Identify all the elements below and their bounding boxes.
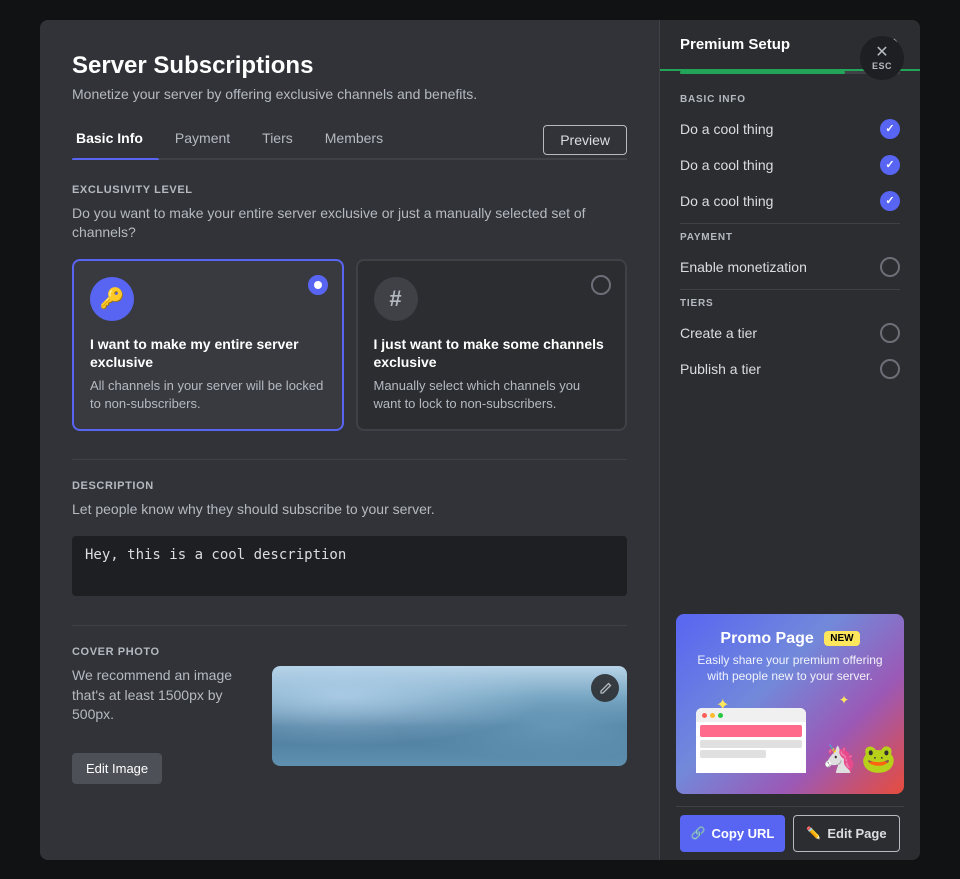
exclusivity-description: Do you want to make your entire server e… [72, 204, 627, 243]
cover-photo-section: COVER PHOTO We recommend an image that's… [72, 646, 627, 784]
esc-button[interactable]: ✕ ESC [860, 36, 904, 80]
setup-item-label-3: Enable monetization [680, 259, 807, 275]
tab-basic-info[interactable]: Basic Info [72, 122, 159, 158]
check-1: ✓ [880, 155, 900, 175]
setup-item-label-4: Create a tier [680, 325, 757, 341]
promo-content: Promo Page NEW Easily share your premium… [676, 614, 904, 694]
edit-page-label: Edit Page [827, 826, 886, 841]
hash-icon: # [374, 277, 418, 321]
radio-entire [308, 275, 328, 295]
tabs-container: Basic Info Payment Tiers Members Preview [72, 122, 627, 160]
setup-divider-2 [680, 289, 900, 290]
setup-item-0: Do a cool thing ✓ [680, 111, 900, 147]
cover-image [272, 666, 627, 766]
sparkle-2: ✦ [839, 693, 849, 707]
tab-payment[interactable]: Payment [171, 122, 246, 158]
setup-item-5: Publish a tier [680, 351, 900, 387]
right-panel: Premium Setup ⌃ BASIC INFO Do a cool thi… [660, 20, 920, 860]
modal: Server Subscriptions Monetize your serve… [40, 20, 920, 860]
setup-item-3: Enable monetization [680, 249, 900, 285]
setup-item-label-2: Do a cool thing [680, 193, 773, 209]
check-5 [880, 359, 900, 379]
setup-item-4: Create a tier [680, 315, 900, 351]
card-entire-desc: All channels in your server will be lock… [90, 377, 326, 413]
card-some-desc: Manually select which channels you want … [374, 377, 610, 413]
setup-item-2: Do a cool thing ✓ [680, 183, 900, 219]
promo-characters: 🦄 🐸 [822, 745, 896, 773]
description-section: DESCRIPTION Let people know why they sho… [72, 480, 627, 601]
promo-title: Promo Page [720, 630, 813, 647]
char-2: 🐸 [861, 745, 896, 773]
radio-some [591, 275, 611, 295]
exclusivity-label: EXCLUSIVITY LEVEL [72, 184, 627, 196]
tab-tiers[interactable]: Tiers [258, 122, 309, 158]
promo-illustration: ✦ ✦ 🦄 [676, 693, 904, 773]
setup-item-label-5: Publish a tier [680, 361, 761, 377]
promo-subtitle: Easily share your premium offering with … [692, 652, 888, 686]
description-textarea[interactable]: Hey, this is a cool description [72, 536, 627, 596]
check-4 [880, 323, 900, 343]
card-some-title: I just want to make some channels exclus… [374, 335, 610, 371]
esc-label: ESC [872, 61, 892, 71]
setup-label-tiers: TIERS [680, 298, 900, 309]
check-3 [880, 257, 900, 277]
description-hint: Let people know why they should subscrib… [72, 500, 627, 520]
description-label: DESCRIPTION [72, 480, 627, 492]
card-entire-title: I want to make my entire server exclusiv… [90, 335, 326, 371]
cover-layout: We recommend an image that's at least 15… [72, 666, 627, 784]
cover-photo-hint: We recommend an image that's at least 15… [72, 666, 252, 725]
excl-card-some[interactable]: # I just want to make some channels excl… [356, 259, 628, 432]
key-icon: 🔑 [90, 277, 134, 321]
edit-image-button[interactable]: Edit Image [72, 753, 162, 784]
modal-overlay: Server Subscriptions Monetize your serve… [0, 0, 960, 879]
exclusivity-cards: 🔑 I want to make my entire server exclus… [72, 259, 627, 432]
exclusivity-section: EXCLUSIVITY LEVEL Do you want to make yo… [72, 184, 627, 432]
left-panel: Server Subscriptions Monetize your serve… [40, 20, 660, 860]
separator-1 [72, 459, 627, 460]
cover-text: We recommend an image that's at least 15… [72, 666, 252, 784]
pencil-icon: ✏️ [806, 826, 821, 840]
setup-label-basic-info: BASIC INFO [680, 94, 900, 105]
check-2: ✓ [880, 191, 900, 211]
page-subtitle: Monetize your server by offering exclusi… [72, 86, 627, 102]
preview-button[interactable]: Preview [543, 125, 627, 155]
excl-card-entire[interactable]: 🔑 I want to make my entire server exclus… [72, 259, 344, 432]
setup-label-payment: PAYMENT [680, 232, 900, 243]
browser-mockup [696, 708, 806, 773]
setup-list: BASIC INFO Do a cool thing ✓ Do a cool t… [660, 74, 920, 602]
page-title: Server Subscriptions [72, 52, 627, 80]
cover-photo-label: COVER PHOTO [72, 646, 627, 658]
check-0: ✓ [880, 119, 900, 139]
cover-edit-icon[interactable] [591, 674, 619, 702]
close-icon: ✕ [875, 45, 888, 61]
setup-item-1: Do a cool thing ✓ [680, 147, 900, 183]
promo-card: Promo Page NEW Easily share your premium… [676, 614, 904, 794]
separator-2 [72, 625, 627, 626]
promo-actions: 🔗 Copy URL ✏️ Edit Page [676, 806, 904, 860]
setup-divider-1 [680, 223, 900, 224]
char-1: 🦄 [822, 745, 857, 773]
tab-members[interactable]: Members [321, 122, 399, 158]
edit-page-button[interactable]: ✏️ Edit Page [793, 815, 900, 852]
cover-image-wrapper [272, 666, 627, 766]
setup-item-label-0: Do a cool thing [680, 121, 773, 137]
promo-badge: NEW [824, 631, 859, 646]
premium-setup-title: Premium Setup [680, 36, 790, 53]
cover-image-inner [272, 666, 627, 766]
link-icon: 🔗 [691, 826, 706, 840]
copy-url-button[interactable]: 🔗 Copy URL [680, 815, 785, 852]
setup-item-label-1: Do a cool thing [680, 157, 773, 173]
copy-url-label: Copy URL [712, 826, 775, 841]
promo-title-row: Promo Page NEW [692, 630, 888, 648]
